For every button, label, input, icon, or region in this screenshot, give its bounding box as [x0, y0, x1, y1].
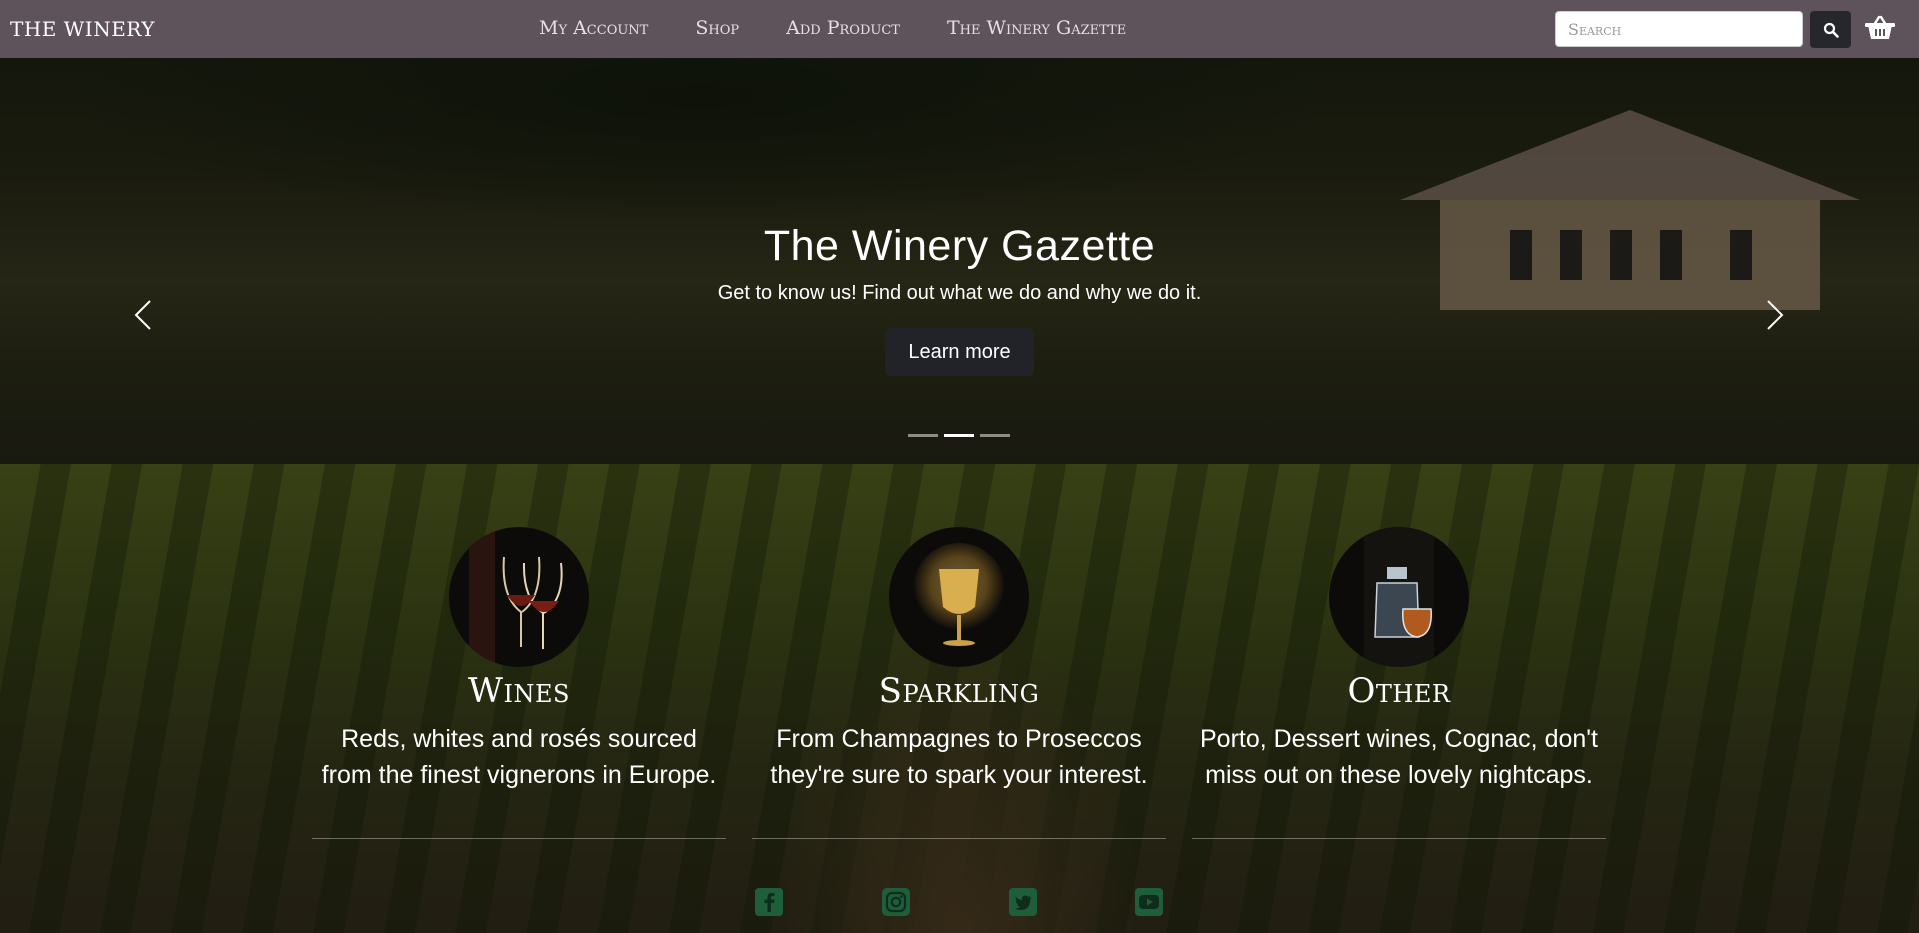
sparkling-glass-icon[interactable] [889, 527, 1029, 667]
category-description: Porto, Dessert wines, Cognac, don't miss… [1199, 725, 1599, 789]
category-title: Wines [468, 671, 570, 711]
youtube-icon [1135, 888, 1163, 916]
twitter-link[interactable] [1009, 888, 1037, 916]
wine-glasses-icon[interactable] [449, 527, 589, 667]
category-description: From Champagnes to Proseccos they're sur… [770, 725, 1148, 789]
hero-subtitle: Get to know us! Find out what we do and … [717, 282, 1202, 304]
divider-line [312, 838, 726, 839]
brand-logo-link[interactable]: THE WINERY [10, 17, 155, 41]
carousel-indicators [908, 434, 1010, 437]
category-description: Reds, whites and rosés sourced from the … [321, 725, 717, 789]
instagram-icon [882, 888, 910, 916]
category-title: Sparkling [878, 671, 1040, 711]
instagram-link[interactable] [882, 888, 910, 916]
shopping-basket-icon[interactable] [1865, 14, 1895, 42]
facebook-icon [755, 888, 783, 916]
carousel-indicator-1[interactable] [908, 434, 938, 437]
top-navbar: THE WINERY My Account Shop Add Product T… [0, 0, 1919, 58]
category-title: Other [1347, 671, 1451, 711]
hero-title: The Winery Gazette [763, 222, 1156, 270]
decanter-icon[interactable] [1329, 527, 1469, 667]
nav-link-winery-gazette[interactable]: The Winery Gazette [947, 17, 1126, 39]
search-button[interactable] [1810, 11, 1851, 48]
carousel-indicator-3[interactable] [980, 434, 1010, 437]
learn-more-button[interactable]: Learn more [885, 328, 1034, 376]
nav-link-shop[interactable]: Shop [695, 17, 739, 39]
category-sparkling[interactable]: Sparkling From Champagnes to Proseccos t… [754, 527, 1164, 793]
twitter-icon [1009, 888, 1037, 916]
nav-link-add-product[interactable]: Add Product [786, 17, 900, 39]
nav-links: My Account Shop Add Product The Winery G… [539, 17, 1173, 39]
search-input[interactable] [1555, 11, 1803, 47]
category-wines[interactable]: Wines Reds, whites and rosés sourced fro… [314, 527, 724, 793]
facebook-link[interactable] [755, 888, 783, 916]
search-icon [1823, 22, 1839, 38]
nav-link-my-account[interactable]: My Account [539, 17, 648, 39]
youtube-link[interactable] [1135, 888, 1163, 916]
category-other[interactable]: Other Porto, Dessert wines, Cognac, don'… [1194, 527, 1604, 793]
carousel-indicator-2[interactable] [944, 434, 974, 437]
divider-line [752, 838, 1166, 839]
divider-line [1192, 838, 1606, 839]
